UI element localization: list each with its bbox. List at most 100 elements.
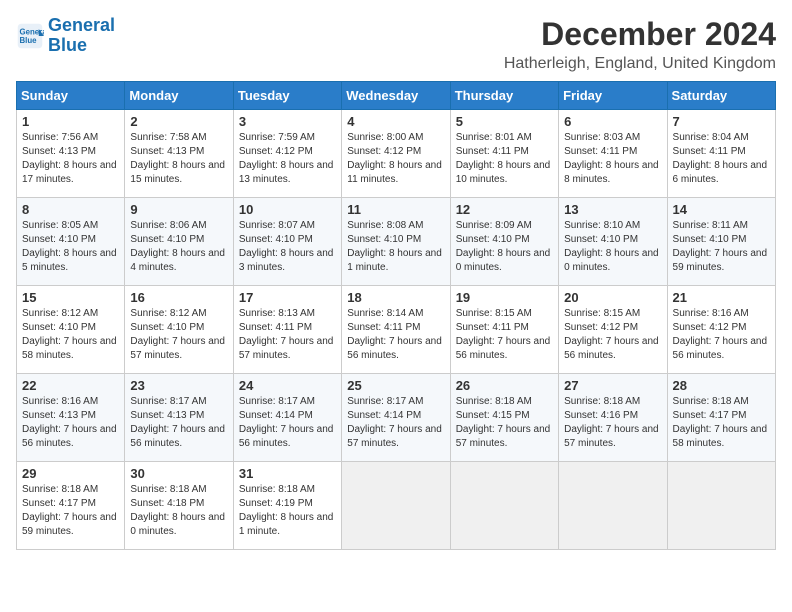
calendar-cell: 24 Sunrise: 8:17 AMSunset: 4:14 PMDayligh…	[233, 374, 341, 462]
day-number: 31	[239, 466, 336, 481]
day-info: Sunrise: 8:12 AMSunset: 4:10 PMDaylight:…	[130, 307, 227, 363]
day-number: 6	[564, 114, 661, 129]
calendar-cell: 31 Sunrise: 8:18 AMSunset: 4:19 PMDayligh…	[233, 462, 341, 550]
day-info: Sunrise: 8:03 AMSunset: 4:11 PMDaylight:…	[564, 131, 661, 187]
day-info: Sunrise: 8:13 AMSunset: 4:11 PMDaylight:…	[239, 307, 336, 363]
calendar-cell: 13 Sunrise: 8:10 AMSunset: 4:10 PMDayligh…	[559, 198, 667, 286]
day-info: Sunrise: 8:18 AMSunset: 4:17 PMDaylight:…	[22, 483, 119, 539]
day-number: 5	[456, 114, 553, 129]
day-info: Sunrise: 8:17 AMSunset: 4:14 PMDaylight:…	[347, 395, 444, 451]
calendar-cell: 19 Sunrise: 8:15 AMSunset: 4:11 PMDayligh…	[450, 286, 558, 374]
calendar-cell	[450, 462, 558, 550]
calendar-week-5: 29 Sunrise: 8:18 AMSunset: 4:17 PMDayligh…	[17, 462, 776, 550]
day-info: Sunrise: 7:59 AMSunset: 4:12 PMDaylight:…	[239, 131, 336, 187]
day-number: 3	[239, 114, 336, 129]
calendar-cell: 26Sunrise: 8:18 AMSunset: 4:15 PMDayligh…	[450, 374, 558, 462]
calendar-cell: 1 Sunrise: 7:56 AMSunset: 4:13 PMDaylight…	[17, 110, 125, 198]
day-number: 14	[673, 202, 770, 217]
calendar-cell: 27Sunrise: 8:18 AMSunset: 4:16 PMDayligh…	[559, 374, 667, 462]
day-info: Sunrise: 8:17 AMSunset: 4:13 PMDaylight:…	[130, 395, 227, 451]
calendar-cell: 3 Sunrise: 7:59 AMSunset: 4:12 PMDaylight…	[233, 110, 341, 198]
month-title: December 2024	[504, 16, 776, 53]
day-number: 16	[130, 290, 227, 305]
header-day-thursday: Thursday	[450, 82, 558, 110]
day-number: 28	[673, 378, 770, 393]
calendar-cell	[342, 462, 450, 550]
calendar-week-2: 8Sunrise: 8:05 AMSunset: 4:10 PMDaylight…	[17, 198, 776, 286]
day-number: 20	[564, 290, 661, 305]
day-number: 11	[347, 202, 444, 217]
day-info: Sunrise: 8:18 AMSunset: 4:15 PMDaylight:…	[456, 395, 553, 451]
day-info: Sunrise: 8:06 AMSunset: 4:10 PMDaylight:…	[130, 219, 227, 275]
calendar-week-4: 22 Sunrise: 8:16 AMSunset: 4:13 PMDayligh…	[17, 374, 776, 462]
day-number: 18	[347, 290, 444, 305]
calendar-table: SundayMondayTuesdayWednesdayThursdayFrid…	[16, 81, 776, 550]
day-info: Sunrise: 8:08 AMSunset: 4:10 PMDaylight:…	[347, 219, 444, 275]
calendar-cell: 15 Sunrise: 8:12 AMSunset: 4:10 PMDayligh…	[17, 286, 125, 374]
day-info: Sunrise: 8:07 AMSunset: 4:10 PMDaylight:…	[239, 219, 336, 275]
svg-text:Blue: Blue	[20, 36, 38, 45]
header-day-wednesday: Wednesday	[342, 82, 450, 110]
header-day-saturday: Saturday	[667, 82, 775, 110]
day-info: Sunrise: 8:15 AMSunset: 4:11 PMDaylight:…	[456, 307, 553, 363]
day-number: 15	[22, 290, 119, 305]
logo-icon: General Blue	[16, 22, 44, 50]
day-number: 21	[673, 290, 770, 305]
logo: General Blue General Blue	[16, 16, 115, 56]
calendar-cell: 9 Sunrise: 8:06 AMSunset: 4:10 PMDaylight…	[125, 198, 233, 286]
day-number: 22	[22, 378, 119, 393]
calendar-cell: 2Sunrise: 7:58 AMSunset: 4:13 PMDaylight…	[125, 110, 233, 198]
calendar-cell: 7Sunrise: 8:04 AMSunset: 4:11 PMDaylight…	[667, 110, 775, 198]
title-area: December 2024 Hatherleigh, England, Unit…	[504, 16, 776, 73]
calendar-header-row: SundayMondayTuesdayWednesdayThursdayFrid…	[17, 82, 776, 110]
calendar-cell: 22 Sunrise: 8:16 AMSunset: 4:13 PMDayligh…	[17, 374, 125, 462]
day-number: 25	[347, 378, 444, 393]
day-number: 8	[22, 202, 119, 217]
calendar-cell: 4 Sunrise: 8:00 AMSunset: 4:12 PMDaylight…	[342, 110, 450, 198]
calendar-cell: 14 Sunrise: 8:11 AMSunset: 4:10 PMDayligh…	[667, 198, 775, 286]
calendar-cell: 5Sunrise: 8:01 AMSunset: 4:11 PMDaylight…	[450, 110, 558, 198]
calendar-cell: 17 Sunrise: 8:13 AMSunset: 4:11 PMDayligh…	[233, 286, 341, 374]
day-info: Sunrise: 8:18 AMSunset: 4:19 PMDaylight:…	[239, 483, 336, 539]
day-number: 19	[456, 290, 553, 305]
calendar-cell: 20 Sunrise: 8:15 AMSunset: 4:12 PMDayligh…	[559, 286, 667, 374]
day-number: 2	[130, 114, 227, 129]
day-number: 13	[564, 202, 661, 217]
calendar-cell: 10Sunrise: 8:07 AMSunset: 4:10 PMDayligh…	[233, 198, 341, 286]
header-day-monday: Monday	[125, 82, 233, 110]
day-number: 24	[239, 378, 336, 393]
calendar-cell: 29 Sunrise: 8:18 AMSunset: 4:17 PMDayligh…	[17, 462, 125, 550]
calendar-cell: 6 Sunrise: 8:03 AMSunset: 4:11 PMDaylight…	[559, 110, 667, 198]
day-info: Sunrise: 8:16 AMSunset: 4:12 PMDaylight:…	[673, 307, 770, 363]
logo-line1: General	[48, 15, 115, 35]
day-info: Sunrise: 8:12 AMSunset: 4:10 PMDaylight:…	[22, 307, 119, 363]
day-info: Sunrise: 8:14 AMSunset: 4:11 PMDaylight:…	[347, 307, 444, 363]
calendar-cell	[667, 462, 775, 550]
day-info: Sunrise: 8:18 AMSunset: 4:17 PMDaylight:…	[673, 395, 770, 451]
calendar-cell: 11 Sunrise: 8:08 AMSunset: 4:10 PMDayligh…	[342, 198, 450, 286]
day-info: Sunrise: 8:11 AMSunset: 4:10 PMDaylight:…	[673, 219, 770, 275]
day-number: 1	[22, 114, 119, 129]
day-number: 9	[130, 202, 227, 217]
calendar-cell: 28 Sunrise: 8:18 AMSunset: 4:17 PMDayligh…	[667, 374, 775, 462]
header: General Blue General Blue December 2024 …	[16, 16, 776, 73]
header-day-sunday: Sunday	[17, 82, 125, 110]
day-info: Sunrise: 8:15 AMSunset: 4:12 PMDaylight:…	[564, 307, 661, 363]
day-number: 4	[347, 114, 444, 129]
calendar-cell: 23Sunrise: 8:17 AMSunset: 4:13 PMDayligh…	[125, 374, 233, 462]
day-info: Sunrise: 8:16 AMSunset: 4:13 PMDaylight:…	[22, 395, 119, 451]
calendar-cell: 16 Sunrise: 8:12 AMSunset: 4:10 PMDayligh…	[125, 286, 233, 374]
day-number: 12	[456, 202, 553, 217]
day-info: Sunrise: 8:17 AMSunset: 4:14 PMDaylight:…	[239, 395, 336, 451]
day-info: Sunrise: 7:56 AMSunset: 4:13 PMDaylight:…	[22, 131, 119, 187]
day-number: 17	[239, 290, 336, 305]
day-number: 7	[673, 114, 770, 129]
calendar-week-1: 1 Sunrise: 7:56 AMSunset: 4:13 PMDaylight…	[17, 110, 776, 198]
day-info: Sunrise: 8:09 AMSunset: 4:10 PMDaylight:…	[456, 219, 553, 275]
day-info: Sunrise: 8:10 AMSunset: 4:10 PMDaylight:…	[564, 219, 661, 275]
header-day-tuesday: Tuesday	[233, 82, 341, 110]
calendar-cell: 21 Sunrise: 8:16 AMSunset: 4:12 PMDayligh…	[667, 286, 775, 374]
day-number: 27	[564, 378, 661, 393]
day-number: 29	[22, 466, 119, 481]
day-info: Sunrise: 8:00 AMSunset: 4:12 PMDaylight:…	[347, 131, 444, 187]
